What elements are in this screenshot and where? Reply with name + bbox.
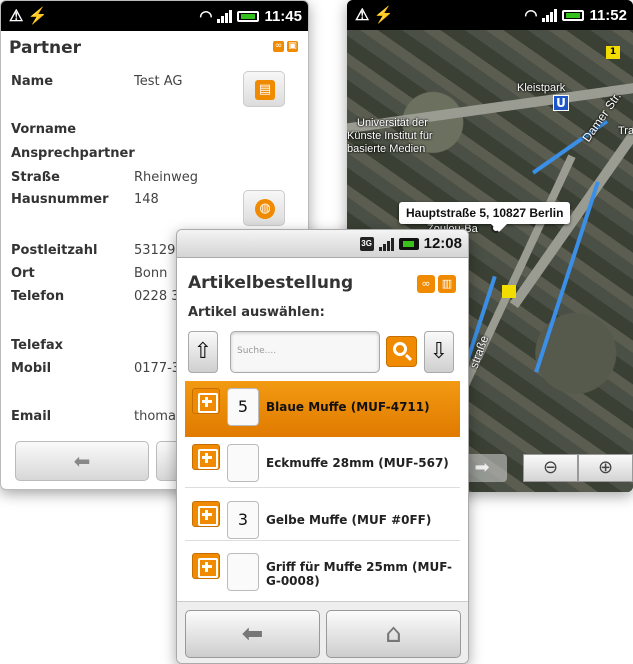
wifi-icon: ◠: [199, 8, 213, 25]
search-button[interactable]: [386, 336, 417, 367]
quantity-field[interactable]: 5: [227, 388, 259, 426]
signal-icon: [217, 9, 233, 23]
map-label-tra: Tra: [618, 125, 633, 137]
basket-icon: ⌂: [385, 619, 402, 649]
field-value-postleitzahl: 53129: [134, 243, 176, 258]
list-item[interactable]: 3 Gelbe Muffe (MUF #0FF): [185, 494, 460, 550]
status-bar: 3G 12:08: [177, 230, 468, 258]
u-bahn-sign: U: [553, 95, 569, 111]
article-select-label: Artikel auswählen:: [188, 305, 325, 320]
back-arrow-icon: ⬅: [241, 619, 264, 649]
basket-button[interactable]: ⌂: [326, 610, 461, 658]
back-button[interactable]: ⬅: [15, 441, 149, 481]
add-item-button[interactable]: [192, 501, 220, 527]
route-number-sign: 1: [606, 46, 620, 59]
add-item-button[interactable]: [192, 388, 220, 414]
link-icon[interactable]: ∞: [273, 41, 284, 52]
back-button[interactable]: ⬅: [185, 610, 320, 658]
battery-icon: [398, 237, 419, 250]
quantity-field[interactable]: [227, 553, 259, 591]
field-label-name: Name: [11, 74, 54, 89]
signal-settings-icon[interactable]: ▥: [438, 275, 456, 293]
field-value-name: Test AG: [134, 74, 183, 89]
field-label-ort: Ort: [11, 266, 35, 281]
field-label-telefax: Telefax: [11, 338, 64, 353]
field-label-strasse: Straße: [11, 170, 60, 185]
zoom-out-button[interactable]: ⊖: [523, 454, 578, 482]
signal-icon: [542, 8, 558, 22]
map-label-kleistpark: Kleistpark: [517, 82, 566, 94]
field-label-email: Email: [11, 409, 52, 424]
field-label-ansprechpartner: Ansprechpartner: [11, 146, 135, 161]
field-value-ort: Bonn: [134, 266, 168, 281]
divider: [185, 540, 460, 541]
signal-icon: [378, 237, 394, 251]
page-title: Artikelbestellung: [188, 273, 354, 293]
map-label-strasse: straße: [466, 333, 492, 371]
globe-icon: ◍: [255, 199, 275, 219]
scroll-down-button[interactable]: ⇩: [424, 331, 454, 373]
map-button[interactable]: ◍: [243, 190, 285, 226]
contact-card-button[interactable]: ▤: [243, 71, 285, 107]
map-label-universitaet: Universität der: [357, 117, 428, 129]
field-label-telefon: Telefon: [11, 289, 65, 304]
item-name: Blaue Muffe (MUF-4711): [266, 400, 430, 414]
field-label-postleitzahl: Postleitzahl: [11, 243, 98, 258]
field-label-mobil: Mobil: [11, 361, 52, 376]
status-time: 11:52: [589, 6, 627, 24]
search-icon: [393, 342, 407, 356]
item-name: Gelbe Muffe (MUF #0FF): [266, 513, 432, 527]
list-item[interactable]: 5 Blaue Muffe (MUF-4711): [185, 381, 460, 437]
warning-usb-icons: ⚠ ⚡: [9, 8, 48, 25]
status-bar: ⚠ ⚡ ◠ 11:45: [1, 1, 308, 31]
contact-card-icon: ▤: [255, 80, 275, 100]
field-label-hausnummer: Hausnummer: [11, 192, 109, 207]
bottom-toolbar: ⬅ ⌂: [177, 601, 468, 663]
add-item-button[interactable]: [192, 444, 220, 470]
address-tooltip[interactable]: Hauptstraße 5, 10827 Berlin: [399, 202, 571, 232]
item-name: Griff für Muffe 25mm (MUF-G-0008): [266, 560, 453, 588]
quantity-field[interactable]: [227, 444, 259, 482]
back-arrow-icon: ⬅: [73, 449, 91, 473]
wifi-icon: ◠: [524, 7, 538, 24]
order-screen: 3G 12:08 Artikelbestellung ∞ ▥ Artikel a…: [176, 229, 469, 664]
zoom-controls: ⊖ ⊕: [523, 454, 633, 482]
divider: [185, 487, 460, 488]
route-marker: [502, 285, 516, 298]
status-bar: ⚠ ⚡ ◠ 11:52: [347, 0, 633, 30]
field-label-vorname: Vorname: [11, 122, 77, 137]
add-item-button[interactable]: [192, 553, 220, 579]
item-name: Eckmuffe 28mm (MUF-567): [266, 456, 449, 470]
status-time: 11:45: [264, 7, 302, 25]
map-label-medien: basierte Medien: [347, 143, 426, 155]
map-label-kuenste: Künste Institut für: [347, 130, 433, 142]
field-value-strasse: Rheinweg: [134, 170, 199, 185]
search-input[interactable]: Suche....: [230, 331, 380, 373]
network-type-icon: 3G: [359, 236, 374, 251]
battery-icon: [237, 10, 260, 22]
down-arrow-icon: ⇩: [429, 339, 449, 364]
page-title: Partner: [9, 38, 82, 58]
quantity-field[interactable]: 3: [227, 501, 259, 539]
field-value-hausnummer: 148: [134, 192, 159, 207]
up-arrow-icon: ⇧: [193, 339, 213, 364]
zoom-in-button[interactable]: ⊕: [578, 454, 633, 482]
battery-icon: [562, 9, 585, 21]
warning-usb-icons: ⚠ ⚡: [355, 7, 394, 24]
list-item[interactable]: Griff für Muffe 25mm (MUF-G-0008): [185, 546, 460, 602]
link-icon[interactable]: ∞: [417, 275, 435, 293]
lock-icon[interactable]: ▣: [287, 41, 298, 52]
scroll-up-button[interactable]: ⇧: [188, 331, 218, 373]
list-item[interactable]: Eckmuffe 28mm (MUF-567): [185, 437, 460, 493]
status-time: 12:08: [423, 235, 462, 252]
